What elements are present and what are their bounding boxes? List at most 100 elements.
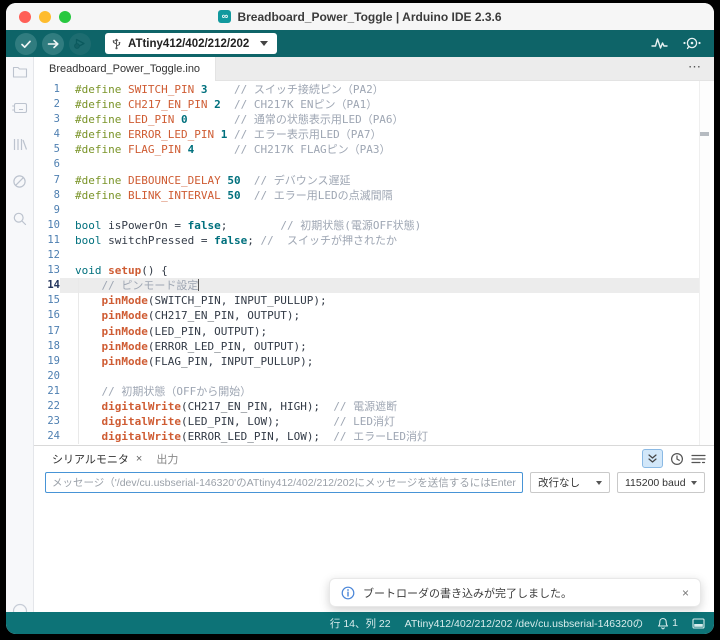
code-line[interactable]: 11bool switchPressed = false; // スイッチが押さ…	[34, 233, 699, 248]
serial-monitor-icon[interactable]	[682, 36, 702, 51]
code-line[interactable]: 9	[34, 203, 699, 218]
minimize-window-button[interactable]	[39, 11, 51, 23]
cursor-position[interactable]: 行 14、列 22	[330, 616, 391, 631]
window-title-text: Breadboard_Power_Toggle | Arduino IDE 2.…	[237, 10, 501, 24]
line-number: 19	[34, 354, 60, 369]
code-line[interactable]: 10bool isPowerOn = false; // 初期状態(電源OFF状…	[34, 218, 699, 233]
line-number: 13	[34, 263, 60, 278]
line-number: 7	[34, 173, 60, 188]
line-number: 4	[34, 127, 60, 142]
line-number: 18	[34, 339, 60, 354]
close-window-button[interactable]	[19, 11, 31, 23]
chevron-down-icon	[691, 481, 697, 485]
serial-input-row: 改行なし 115200 baud	[34, 469, 714, 497]
code-lines: 1#define SWITCH_PIN 3 // スイッチ接続ピン（PA2）2#…	[34, 82, 699, 444]
code-line[interactable]: 12	[34, 248, 699, 263]
main-area: Breadboard_Power_Toggle.ino ⋯ 1#define S…	[6, 57, 714, 612]
line-number: 15	[34, 293, 60, 308]
code-line[interactable]: 16 pinMode(CH217_EN_PIN, OUTPUT);	[34, 308, 699, 323]
line-number: 21	[34, 384, 60, 399]
autoscroll-toggle-button[interactable]	[642, 449, 663, 468]
panel-header-icons	[642, 449, 706, 468]
line-number: 24	[34, 429, 60, 444]
code-line[interactable]: 13void setup() {	[34, 263, 699, 278]
code-line[interactable]: 1#define SWITCH_PIN 3 // スイッチ接続ピン（PA2）	[34, 82, 699, 97]
notification-count: 1	[672, 617, 678, 629]
editor-tab-bar: Breadboard_Power_Toggle.ino ⋯	[34, 57, 714, 81]
check-icon	[20, 38, 32, 50]
upload-button[interactable]	[42, 33, 64, 55]
line-number: 20	[34, 369, 60, 384]
info-icon	[341, 586, 355, 600]
toolbar: ATtiny412/402/212/202	[6, 30, 714, 57]
sketchbook-folder-icon[interactable]	[12, 65, 28, 79]
notification-message: ブートローダの書き込みが完了しました。	[363, 585, 572, 601]
panel-header: シリアルモニタ × 出力	[34, 446, 714, 469]
chevron-down-icon	[596, 481, 602, 485]
toggle-panel-icon[interactable]	[692, 618, 705, 629]
notifications-indicator[interactable]: 1	[657, 617, 678, 630]
timestamp-toggle-icon[interactable]	[670, 452, 684, 466]
tab-label: Breadboard_Power_Toggle.ino	[49, 63, 200, 75]
line-number: 2	[34, 97, 60, 112]
baud-rate-dropdown[interactable]: 115200 baud	[617, 472, 705, 493]
boards-manager-icon[interactable]	[11, 101, 28, 115]
line-ending-dropdown[interactable]: 改行なし	[530, 472, 610, 493]
line-number: 23	[34, 414, 60, 429]
code-line[interactable]: 21 // 初期状態（OFFから開始）	[34, 384, 699, 399]
window-title: ∞ Breadboard_Power_Toggle | Arduino IDE …	[218, 10, 501, 24]
serial-plotter-icon[interactable]	[651, 36, 668, 51]
code-line[interactable]: 6	[34, 157, 699, 172]
board-port-status[interactable]: ATtiny412/402/212/202 /dev/cu.usbserial-…	[405, 616, 644, 631]
line-number: 12	[34, 248, 60, 263]
chevron-down-icon	[260, 41, 268, 46]
editor-scrollbar[interactable]	[699, 81, 714, 445]
code-line[interactable]: 24 digitalWrite(ERROR_LED_PIN, LOW); // …	[34, 429, 699, 444]
code-line[interactable]: 3#define LED_PIN 0 // 通常の状態表示用LED（PA6）	[34, 112, 699, 127]
code-line[interactable]: 5#define FLAG_PIN 4 // CH217K FLAGピン（PA3…	[34, 142, 699, 157]
line-number: 9	[34, 203, 60, 218]
line-number: 16	[34, 308, 60, 323]
board-selector-dropdown[interactable]: ATtiny412/402/212/202	[105, 33, 277, 54]
tab-output[interactable]: 出力	[151, 451, 183, 467]
code-line[interactable]: 7#define DEBOUNCE_DELAY 50 // デバウンス遅延	[34, 173, 699, 188]
close-icon[interactable]: ×	[682, 586, 689, 600]
debug-button[interactable]	[69, 33, 91, 55]
tab-overflow-menu-icon[interactable]: ⋯	[688, 59, 702, 75]
toolbar-right-icons	[651, 36, 702, 51]
tab-breadboard-power-toggle[interactable]: Breadboard_Power_Toggle.ino	[34, 57, 216, 81]
search-icon[interactable]	[12, 211, 27, 226]
scrollbar-thumb[interactable]	[700, 132, 709, 136]
verify-button[interactable]	[15, 33, 37, 55]
code-line[interactable]: 18 pinMode(ERROR_LED_PIN, OUTPUT);	[34, 339, 699, 354]
library-manager-icon[interactable]	[12, 137, 28, 152]
serial-message-input[interactable]	[45, 472, 523, 493]
serial-monitor-tab-label: シリアルモニタ	[52, 451, 129, 467]
board-selector-label: ATtiny412/402/212/202	[128, 38, 249, 50]
notification-toast: ブートローダの書き込みが完了しました。 ×	[329, 578, 701, 607]
clear-output-icon[interactable]	[691, 453, 706, 465]
title-bar: ∞ Breadboard_Power_Toggle | Arduino IDE …	[6, 3, 714, 30]
line-number: 22	[34, 399, 60, 414]
code-line[interactable]: 2#define CH217_EN_PIN 2 // CH217K ENピン（P…	[34, 97, 699, 112]
usb-icon	[112, 37, 121, 50]
account-icon[interactable]	[12, 603, 28, 612]
code-line[interactable]: 14 // ピンモード設定	[34, 278, 699, 293]
status-bar: 行 14、列 22 ATtiny412/402/212/202 /dev/cu.…	[6, 612, 714, 634]
code-line[interactable]: 4#define ERROR_LED_PIN 1 // エラー表示用LED（PA…	[34, 127, 699, 142]
bell-icon	[657, 617, 669, 630]
code-line[interactable]: 15 pinMode(SWITCH_PIN, INPUT_PULLUP);	[34, 293, 699, 308]
tab-serial-monitor[interactable]: シリアルモニタ ×	[47, 451, 147, 467]
code-line[interactable]: 20	[34, 369, 699, 384]
zoom-window-button[interactable]	[59, 11, 71, 23]
code-line[interactable]: 17 pinMode(LED_PIN, OUTPUT);	[34, 324, 699, 339]
text-cursor	[198, 279, 199, 291]
code-line[interactable]: 23 digitalWrite(LED_PIN, LOW); // LED消灯	[34, 414, 699, 429]
code-line[interactable]: 19 pinMode(FLAG_PIN, INPUT_PULLUP);	[34, 354, 699, 369]
close-icon[interactable]: ×	[136, 453, 142, 465]
code-line[interactable]: 8#define BLINK_INTERVAL 50 // エラー用LEDの点滅…	[34, 188, 699, 203]
line-number: 17	[34, 324, 60, 339]
debug-panel-icon[interactable]	[12, 174, 27, 189]
code-editor[interactable]: 1#define SWITCH_PIN 3 // スイッチ接続ピン（PA2）2#…	[34, 81, 714, 445]
code-line[interactable]: 22 digitalWrite(CH217_EN_PIN, HIGH); // …	[34, 399, 699, 414]
